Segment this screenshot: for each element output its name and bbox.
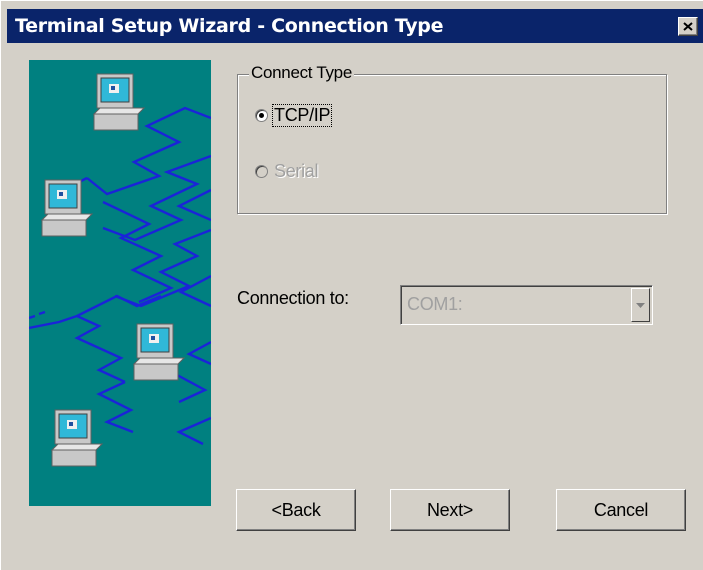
chevron-down-icon (636, 302, 645, 308)
window-title: Terminal Setup Wizard - Connection Type (15, 15, 444, 37)
close-button[interactable] (678, 17, 698, 36)
wizard-window: Terminal Setup Wizard - Connection Type (0, 0, 703, 570)
dropdown-button[interactable] (631, 288, 650, 322)
radio-serial[interactable]: Serial (255, 161, 319, 182)
radio-tcpip-label[interactable]: TCP/IP (271, 104, 333, 127)
radio-tcpip-circle[interactable] (255, 109, 268, 122)
radio-serial-circle[interactable] (255, 165, 268, 178)
connect-type-group (237, 74, 667, 214)
title-bar[interactable]: Terminal Setup Wizard - Connection Type (7, 9, 703, 43)
network-illustration (29, 60, 211, 506)
next-button[interactable]: Next> (390, 489, 510, 531)
radio-tcpip[interactable]: TCP/IP (255, 104, 333, 127)
radio-serial-label[interactable]: Serial (273, 161, 319, 182)
connection-port-value: COM1: (407, 294, 463, 314)
connect-type-legend: Connect Type (249, 63, 354, 83)
cancel-button[interactable]: Cancel (556, 489, 686, 531)
close-icon (683, 22, 693, 31)
back-button[interactable]: <Back (236, 489, 356, 531)
connection-port-select[interactable]: COM1: (400, 285, 653, 325)
connection-to-label: Connection to: (237, 288, 349, 308)
